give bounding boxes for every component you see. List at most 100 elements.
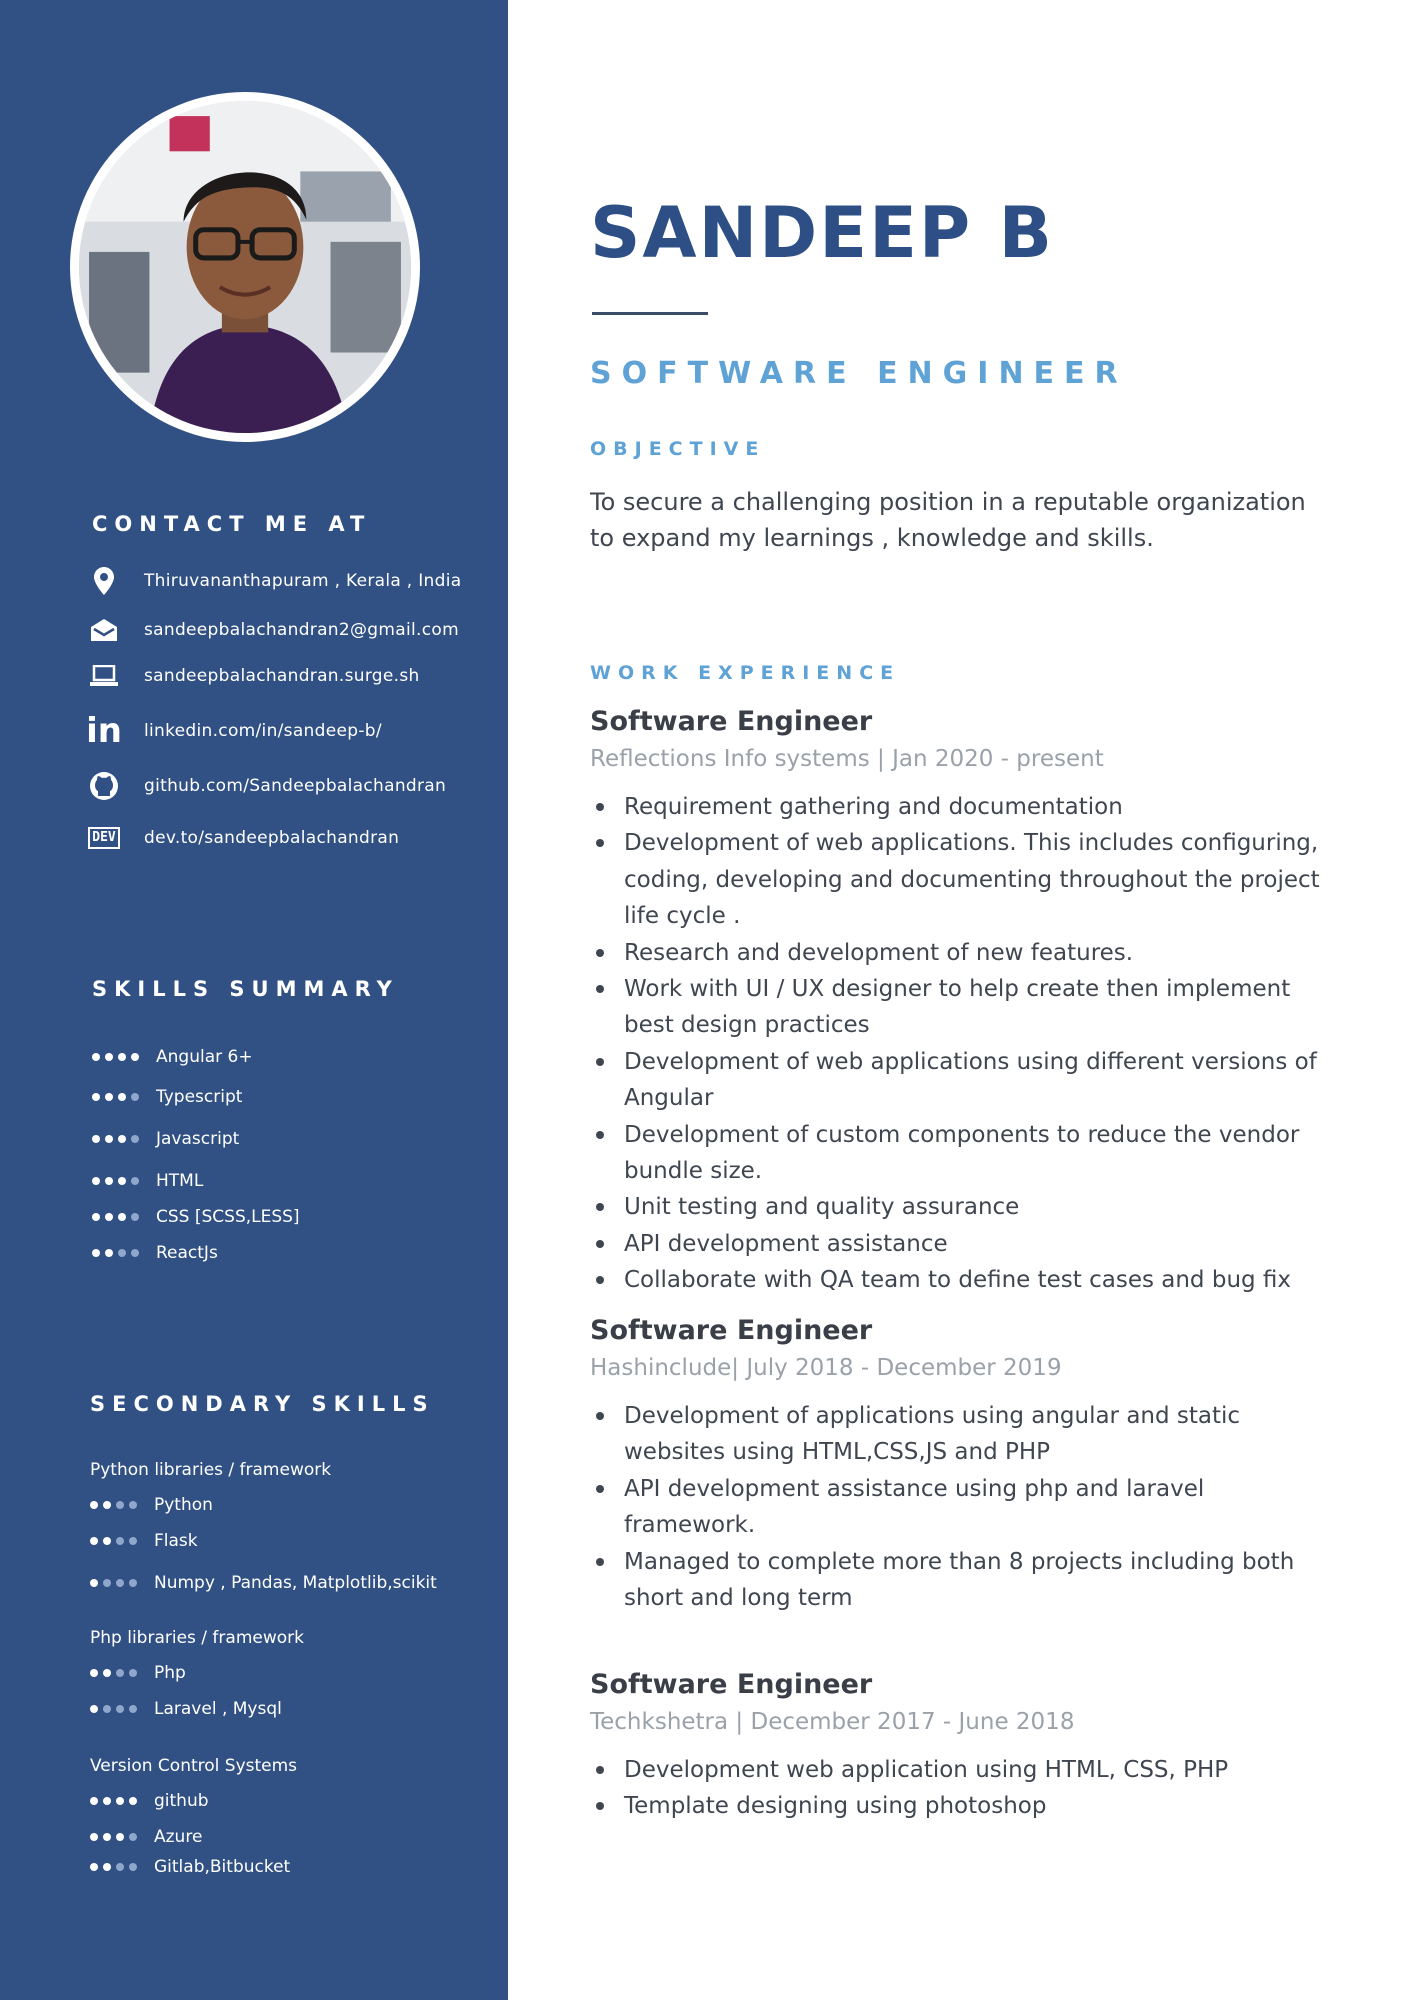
skill-level-dot (90, 1579, 98, 1587)
job-3-title: Software Engineer (590, 1669, 873, 1700)
contact-heading: CONTACT ME AT (92, 512, 372, 536)
contact-linkedin[interactable]: in linkedin.com/in/sandeep-b/ (86, 711, 382, 751)
skill-level-dot (131, 1213, 139, 1221)
skill-level-dot (92, 1177, 100, 1185)
skill-level-dots (90, 1833, 142, 1841)
dev-badge: DEV (88, 827, 120, 849)
skill-level-dots (92, 1093, 144, 1101)
skill-level-dot (131, 1249, 139, 1257)
skill-label: Laravel , Mysql (154, 1699, 282, 1719)
skill-level-dot (90, 1669, 98, 1677)
skill-level-dot (92, 1249, 100, 1257)
laptop-icon (86, 660, 122, 692)
skill-level-dot (105, 1053, 113, 1061)
skill-level-dots (90, 1669, 142, 1677)
skill-level-dot (103, 1863, 111, 1871)
skill-label: Javascript (156, 1129, 240, 1149)
skill-level-dot (129, 1537, 137, 1545)
location-pin-icon (86, 565, 122, 597)
skill-level-dot (92, 1053, 100, 1061)
objective-text: To secure a challenging position in a re… (590, 488, 1306, 552)
skill-level-dot (129, 1797, 137, 1805)
skill-level-dot (116, 1833, 124, 1841)
skill-group-title: Version Control Systems (90, 1756, 298, 1776)
contact-email[interactable]: sandeepbalachandran2@gmail.com (86, 614, 459, 646)
skill-level-dot (116, 1705, 124, 1713)
profile-photo (70, 92, 420, 442)
skill-label: ReactJs (156, 1243, 218, 1263)
contact-location: Thiruvananthapuram , Kerala , India (86, 565, 461, 597)
skill-level-dots (90, 1863, 142, 1871)
skill-level-dot (118, 1213, 126, 1221)
skill-level-dot (90, 1833, 98, 1841)
skill-row: github (90, 1788, 209, 1814)
skill-group-title: Python libraries / framework (90, 1460, 332, 1480)
job-2-meta: Hashinclude| July 2018 - December 2019 (590, 1355, 1062, 1381)
skill-row: Azure (90, 1824, 202, 1850)
skill-level-dot (103, 1833, 111, 1841)
linkedin-badge: in (86, 711, 122, 751)
work-experience-heading: WORK EXPERIENCE (590, 662, 901, 684)
skill-row: Numpy , Pandas, Matplotlib,scikit (90, 1570, 437, 1596)
skill-level-dot (129, 1863, 137, 1871)
skill-level-dot (103, 1579, 111, 1587)
list-item: Requirement gathering and documentation (590, 789, 1330, 825)
skill-level-dots (90, 1537, 142, 1545)
skill-level-dot (131, 1135, 139, 1143)
contact-dev[interactable]: DEV dev.to/sandeepbalachandran (86, 822, 399, 854)
list-item: Development of custom components to redu… (590, 1117, 1330, 1190)
job-2-title: Software Engineer (590, 1315, 873, 1346)
skill-row: CSS [SCSS,LESS] (92, 1204, 300, 1230)
contact-linkedin-link[interactable]: linkedin.com/in/sandeep-b/ (144, 721, 382, 741)
job-3-bullets: Development web application using HTML, … (590, 1752, 1330, 1825)
skill-level-dot (103, 1669, 111, 1677)
contact-dev-link[interactable]: dev.to/sandeepbalachandran (144, 828, 399, 848)
skill-level-dot (92, 1213, 100, 1221)
skill-level-dot (129, 1833, 137, 1841)
contact-website-link[interactable]: sandeepbalachandran.surge.sh (144, 666, 420, 686)
list-item: Development web application using HTML, … (590, 1752, 1330, 1788)
skill-level-dot (105, 1093, 113, 1101)
skill-label: Gitlab,Bitbucket (154, 1857, 291, 1877)
skill-level-dot (90, 1705, 98, 1713)
skill-level-dot (118, 1135, 126, 1143)
list-item: Development of web applications. This in… (590, 825, 1330, 934)
skill-level-dot (129, 1501, 137, 1509)
skill-level-dot (116, 1537, 124, 1545)
skills-heading: SKILLS SUMMARY (92, 977, 399, 1001)
skill-level-dots (92, 1053, 144, 1061)
contact-email-link[interactable]: sandeepbalachandran2@gmail.com (144, 620, 459, 640)
list-item: Development of web applications using di… (590, 1044, 1330, 1117)
skill-level-dots (90, 1797, 142, 1805)
secondary-skills-heading: SECONDARY SKILLS (90, 1392, 435, 1416)
skill-level-dots (90, 1501, 142, 1509)
skill-level-dot (90, 1797, 98, 1805)
skill-row: ReactJs (92, 1240, 218, 1266)
list-item: Development of applications using angula… (590, 1398, 1330, 1471)
sidebar: CONTACT ME AT Thiruvananthapuram , Keral… (0, 0, 508, 2000)
list-item: Work with UI / UX designer to help creat… (590, 971, 1330, 1044)
person-name: SANDEEP B (590, 192, 1054, 274)
skill-label: Azure (154, 1827, 203, 1847)
job-3-meta: Techkshetra | December 2017 - June 2018 (590, 1709, 1075, 1735)
skill-label: Flask (154, 1531, 198, 1551)
job-1-meta: Reflections Info systems | Jan 2020 - pr… (590, 746, 1104, 772)
skill-row: Gitlab,Bitbucket (90, 1854, 290, 1880)
skill-level-dot (90, 1501, 98, 1509)
skill-level-dots (92, 1177, 144, 1185)
list-item: Managed to complete more than 8 projects… (590, 1544, 1330, 1617)
skill-level-dot (90, 1537, 98, 1545)
contact-github-link[interactable]: github.com/Sandeepbalachandran (144, 776, 446, 796)
skill-label: Php (154, 1663, 186, 1683)
contact-location-text: Thiruvananthapuram , Kerala , India (144, 571, 462, 591)
contact-github[interactable]: github.com/Sandeepbalachandran (86, 770, 446, 802)
skill-level-dot (92, 1093, 100, 1101)
skill-level-dot (103, 1797, 111, 1805)
dev-icon: DEV (86, 822, 122, 854)
contact-website[interactable]: sandeepbalachandran.surge.sh (86, 660, 420, 692)
skill-level-dots (92, 1249, 144, 1257)
skill-level-dot (118, 1053, 126, 1061)
skill-level-dot (118, 1093, 126, 1101)
list-item: Template designing using photoshop (590, 1788, 1330, 1824)
linkedin-icon: in (86, 711, 122, 751)
